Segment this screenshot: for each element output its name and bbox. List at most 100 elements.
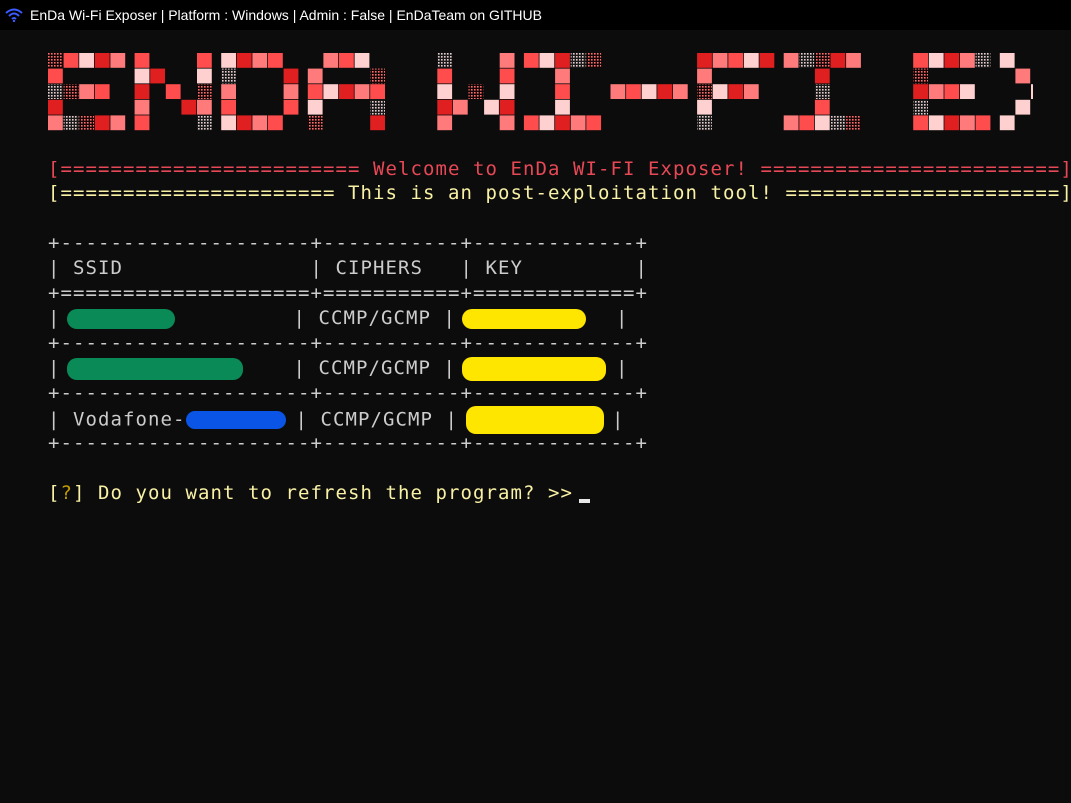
cipher-cell: CCMP/GCMP	[318, 307, 431, 329]
title-bar: EnDa Wi-Fi Exposer | Platform : Windows …	[0, 0, 1071, 30]
banner-pixel	[221, 53, 236, 68]
banner-pixel	[323, 53, 339, 68]
banner-pixel	[197, 68, 212, 84]
banner-pixel	[94, 53, 110, 68]
banner-pixel	[79, 84, 94, 99]
banner-pixel	[960, 53, 975, 68]
banner-pixel	[252, 115, 268, 131]
banner-pixel	[437, 115, 453, 131]
banner-pixel	[555, 84, 570, 99]
banner-pixel	[307, 99, 323, 115]
banner-pixel	[252, 53, 268, 68]
banner-pixel	[499, 99, 515, 115]
banner-pixel	[339, 84, 354, 99]
banner-pixel	[523, 53, 539, 68]
ssid-redaction	[185, 411, 286, 429]
banner-pixel	[499, 68, 515, 84]
banner-pixel	[370, 68, 385, 84]
wifi-icon	[5, 8, 23, 22]
console-area[interactable]: [======================== Welcome to EnD…	[0, 30, 1071, 803]
banner-pixel	[63, 53, 79, 68]
banner-pixel	[134, 68, 150, 84]
banner-pixel	[641, 84, 657, 99]
prompt-open-bracket: [	[48, 482, 61, 504]
banner-pixel	[657, 84, 673, 99]
banner-pixel	[437, 84, 453, 99]
banner-pixel	[437, 99, 453, 115]
banner-pixel	[846, 53, 861, 68]
refresh-prompt[interactable]: [?] Do you want to refresh the program? …	[48, 481, 590, 505]
banner-pixel	[283, 84, 299, 99]
banner-pixel	[221, 115, 236, 131]
banner-pixel	[236, 53, 252, 68]
banner-pixel	[830, 115, 846, 131]
banner-pixel	[370, 99, 385, 115]
banner-pixel	[944, 53, 960, 68]
banner-pixel	[134, 99, 150, 115]
banner-pixel	[94, 115, 110, 131]
banner-pixel	[586, 53, 602, 68]
table-row: | Vodafone- | CCMP/GCMP | |	[48, 406, 625, 434]
cipher-cell: CCMP/GCMP	[320, 408, 433, 431]
banner-pixel	[697, 53, 712, 68]
banner-pixel	[1015, 68, 1031, 84]
banner-pixel	[134, 84, 150, 99]
ascii-banner	[48, 53, 1033, 131]
banner-pixel	[197, 53, 212, 68]
banner-pixel	[783, 115, 799, 131]
banner-pixel	[221, 99, 236, 115]
banner-pixel	[197, 99, 212, 115]
banner-pixel	[523, 115, 539, 131]
ssid-redaction	[66, 308, 175, 329]
banner-pixel	[555, 99, 570, 115]
banner-pixel	[783, 53, 799, 68]
banner-pixel	[960, 84, 975, 99]
banner-pixel	[197, 115, 212, 131]
welcome-line: [======================== Welcome to EnD…	[48, 158, 1071, 180]
banner-pixel	[759, 53, 775, 68]
banner-pixel	[221, 68, 236, 84]
banner-pixel	[452, 99, 468, 115]
banner-pixel	[975, 115, 991, 131]
banner-pixel	[830, 53, 846, 68]
banner-pixel	[586, 115, 602, 131]
banner-pixel	[437, 53, 453, 68]
subtitle-line: [====================== This is an post-…	[48, 182, 1071, 204]
banner-pixel	[150, 68, 165, 84]
banner-pixel	[110, 53, 126, 68]
banner-pixel	[799, 115, 815, 131]
banner-pixel	[944, 84, 960, 99]
banner-pixel	[221, 84, 236, 99]
banner-pixel	[354, 84, 370, 99]
window-title: EnDa Wi-Fi Exposer | Platform : Windows …	[30, 7, 542, 23]
key-redaction	[462, 356, 606, 381]
prompt-close-bracket: ]	[73, 482, 86, 504]
banner-pixel	[307, 115, 323, 131]
banner-pixel	[913, 99, 928, 115]
banner-pixel	[283, 99, 299, 115]
banner-pixel	[370, 84, 385, 99]
table-header-row: | SSID | CIPHERS | KEY |	[48, 257, 648, 279]
banner-pixel	[323, 84, 339, 99]
banner-pixel	[165, 84, 181, 99]
table-row: | | CCMP/GCMP | |	[48, 356, 629, 381]
banner-pixel	[610, 84, 626, 99]
banner-pixel	[63, 84, 79, 99]
banner-pixel	[814, 99, 830, 115]
banner-pixel	[307, 84, 323, 99]
table-border-top: +--------------------+-----------+------…	[48, 232, 648, 254]
banner-pixel	[697, 84, 712, 99]
banner-pixel	[539, 53, 555, 68]
banner-pixel	[555, 115, 570, 131]
banner-pixel	[814, 68, 830, 84]
banner-pixel	[975, 53, 991, 68]
banner-pixel	[197, 84, 212, 99]
banner-pixel	[799, 53, 815, 68]
banner-pixel	[814, 84, 830, 99]
banner-pixel	[626, 84, 641, 99]
cipher-cell: CCMP/GCMP	[318, 357, 431, 379]
banner-pixel	[999, 115, 1015, 131]
banner-pixel	[697, 115, 712, 131]
banner-pixel	[697, 68, 712, 84]
banner-pixel	[743, 84, 759, 99]
